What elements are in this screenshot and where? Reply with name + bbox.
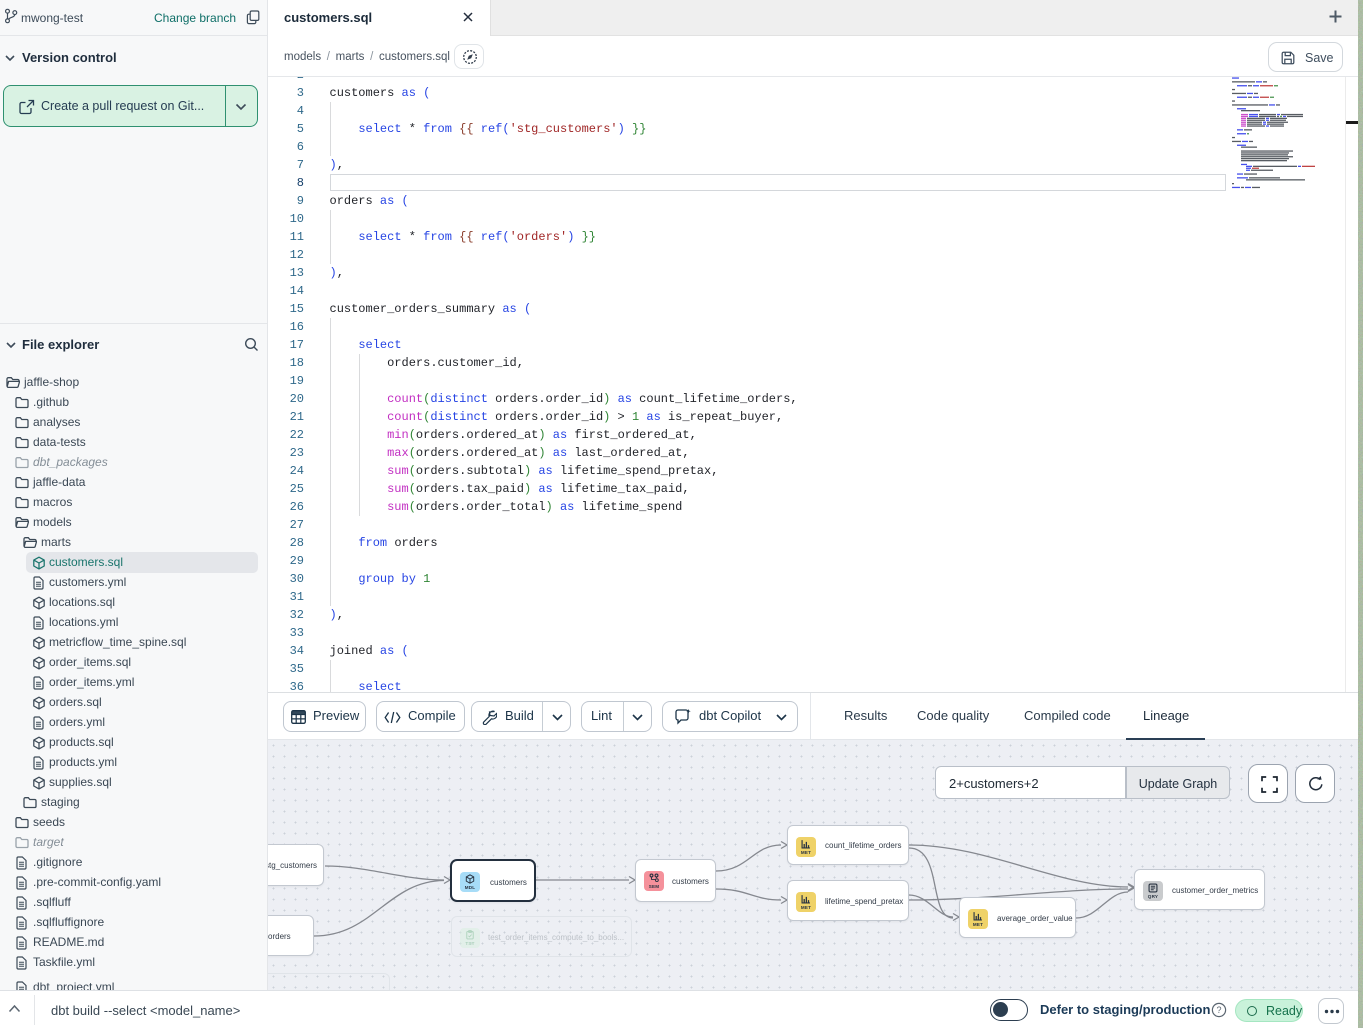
svg-text:?: ? — [1216, 1005, 1221, 1015]
